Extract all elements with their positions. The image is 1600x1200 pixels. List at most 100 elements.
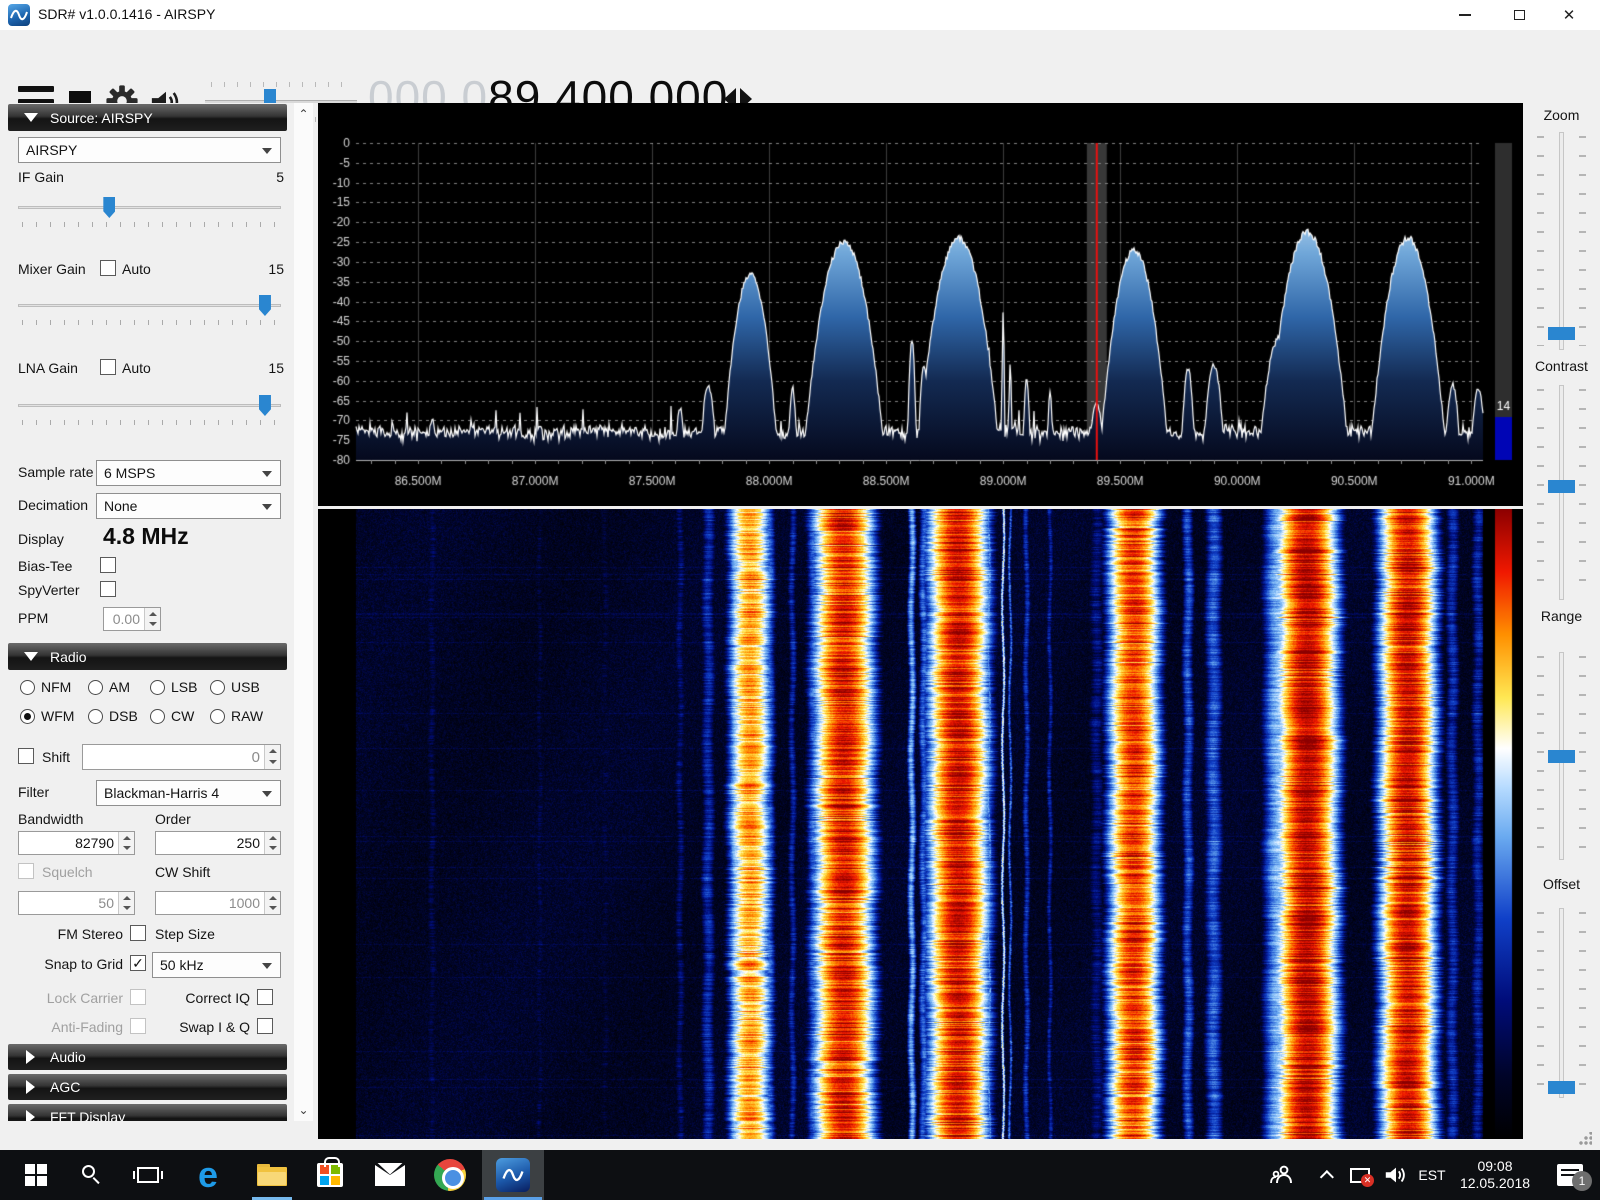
ppm-label: PPM bbox=[18, 610, 48, 626]
fm-stereo-checkbox[interactable] bbox=[130, 925, 146, 941]
fft-display-panel-header[interactable]: FFT Display bbox=[8, 1104, 287, 1121]
control-sidebar: Source: AIRSPY AIRSPY IF Gain 5 Mixer Ga… bbox=[8, 103, 292, 1121]
edge-icon: e bbox=[198, 1157, 218, 1193]
mode-am[interactable]: AM bbox=[88, 679, 130, 695]
lock-carrier-checkbox[interactable] bbox=[130, 989, 146, 1005]
mixer-auto-checkbox[interactable] bbox=[100, 260, 116, 276]
sdrsharp-logo-icon bbox=[8, 4, 30, 26]
sidebar-scrollbar[interactable]: ⌃ ⌄ bbox=[294, 103, 313, 1121]
anti-fading-label: Anti-Fading bbox=[8, 1019, 123, 1035]
resize-grip[interactable] bbox=[1578, 1132, 1592, 1146]
squelch-input[interactable]: 50 bbox=[18, 891, 135, 915]
lock-carrier-label: Lock Carrier bbox=[8, 990, 123, 1006]
source-device-select[interactable]: AIRSPY bbox=[18, 137, 281, 163]
tray-language-button[interactable]: EST bbox=[1412, 1150, 1452, 1200]
contrast-handle[interactable] bbox=[1548, 480, 1575, 493]
spin-down-icon[interactable] bbox=[145, 619, 160, 630]
tray-overflow-button[interactable] bbox=[1312, 1150, 1346, 1200]
squelch-checkbox[interactable] bbox=[18, 863, 34, 879]
audio-panel-header[interactable]: Audio bbox=[8, 1044, 287, 1070]
spin-up-icon[interactable] bbox=[265, 832, 280, 843]
window-bottom-edge bbox=[0, 1139, 1600, 1150]
swap-iq-checkbox[interactable] bbox=[257, 1018, 273, 1034]
tray-network-button[interactable]: ✕ bbox=[1342, 1150, 1378, 1200]
taskbar-file-explorer-button[interactable] bbox=[244, 1150, 300, 1200]
spin-up-icon[interactable] bbox=[265, 745, 280, 757]
mode-nfm[interactable]: NFM bbox=[20, 679, 71, 695]
taskbar-sdrsharp-button[interactable] bbox=[482, 1150, 544, 1200]
mode-usb[interactable]: USB bbox=[210, 679, 260, 695]
spin-down-icon[interactable] bbox=[119, 903, 134, 914]
range-slider-label: Range bbox=[1523, 608, 1600, 624]
source-panel-header[interactable]: Source: AIRSPY bbox=[8, 104, 287, 131]
task-view-button[interactable] bbox=[120, 1150, 176, 1200]
range-handle[interactable] bbox=[1548, 750, 1575, 763]
step-size-select[interactable]: 50 kHz bbox=[152, 952, 281, 978]
spin-up-icon[interactable] bbox=[145, 608, 160, 619]
mode-dsb[interactable]: DSB bbox=[88, 708, 138, 724]
spin-down-icon[interactable] bbox=[265, 843, 280, 854]
lna-gain-handle[interactable] bbox=[259, 395, 271, 416]
spin-up-icon[interactable] bbox=[119, 892, 134, 903]
display-label: Display bbox=[18, 531, 64, 547]
cw-shift-input[interactable]: 1000 bbox=[155, 891, 281, 915]
zoom-slider[interactable] bbox=[1523, 132, 1600, 350]
mode-cw[interactable]: CW bbox=[150, 708, 194, 724]
spectrum-analyzer[interactable] bbox=[318, 103, 1523, 506]
spin-up-icon[interactable] bbox=[119, 832, 134, 843]
offset-slider[interactable] bbox=[1523, 908, 1600, 1098]
sample-rate-select[interactable]: 6 MSPS bbox=[96, 460, 281, 486]
spin-down-icon[interactable] bbox=[119, 843, 134, 854]
spin-down-icon[interactable] bbox=[265, 903, 280, 914]
bandwidth-input[interactable]: 82790 bbox=[18, 831, 135, 855]
shift-input[interactable]: 0 bbox=[82, 744, 281, 770]
scroll-up-icon[interactable]: ⌃ bbox=[294, 105, 313, 123]
waterfall-display[interactable] bbox=[318, 509, 1523, 1139]
tray-clock-button[interactable]: 09:08 12.05.2018 bbox=[1452, 1150, 1538, 1200]
radio-panel-header[interactable]: Radio bbox=[8, 643, 287, 670]
order-input[interactable]: 250 bbox=[155, 831, 281, 855]
action-center-button[interactable]: 1 bbox=[1548, 1150, 1592, 1200]
scroll-down-icon[interactable]: ⌄ bbox=[294, 1101, 313, 1119]
taskbar-search-button[interactable] bbox=[64, 1150, 120, 1200]
mixer-gain-handle[interactable] bbox=[259, 295, 271, 316]
maximize-button[interactable] bbox=[1496, 0, 1542, 30]
minimize-button[interactable] bbox=[1442, 0, 1488, 30]
mode-raw[interactable]: RAW bbox=[210, 708, 263, 724]
tray-volume-button[interactable] bbox=[1378, 1150, 1414, 1200]
if-gain-slider[interactable] bbox=[18, 195, 281, 227]
taskbar-mail-button[interactable] bbox=[362, 1150, 418, 1200]
close-button[interactable]: ✕ bbox=[1546, 0, 1592, 30]
zoom-handle[interactable] bbox=[1548, 327, 1575, 340]
if-gain-handle[interactable] bbox=[103, 197, 115, 218]
mode-wfm[interactable]: WFM bbox=[20, 708, 74, 724]
collapse-icon bbox=[24, 652, 38, 661]
anti-fading-checkbox[interactable] bbox=[130, 1018, 146, 1034]
fm-stereo-label: FM Stereo bbox=[8, 926, 123, 942]
lna-gain-slider[interactable] bbox=[18, 393, 281, 425]
taskbar-chrome-button[interactable] bbox=[422, 1150, 478, 1200]
shift-checkbox[interactable] bbox=[18, 748, 34, 764]
filter-select[interactable]: Blackman-Harris 4 bbox=[96, 780, 281, 806]
decimation-select[interactable]: None bbox=[96, 493, 281, 519]
ppm-input[interactable]: 0.00 bbox=[103, 607, 161, 631]
correct-iq-checkbox[interactable] bbox=[257, 989, 273, 1005]
taskbar-edge-button[interactable]: e bbox=[180, 1150, 236, 1200]
offset-handle[interactable] bbox=[1548, 1081, 1575, 1094]
mode-lsb[interactable]: LSB bbox=[150, 679, 197, 695]
lna-auto-checkbox[interactable] bbox=[100, 359, 116, 375]
tray-people-button[interactable] bbox=[1262, 1150, 1302, 1200]
spyverter-checkbox[interactable] bbox=[100, 581, 116, 597]
chevron-down-icon bbox=[262, 791, 272, 797]
start-button[interactable] bbox=[8, 1150, 64, 1200]
bias-tee-checkbox[interactable] bbox=[100, 557, 116, 573]
range-slider[interactable] bbox=[1523, 652, 1600, 860]
spin-up-icon[interactable] bbox=[265, 892, 280, 903]
contrast-slider[interactable] bbox=[1523, 385, 1600, 600]
snap-to-grid-checkbox[interactable] bbox=[130, 955, 146, 971]
lna-auto-label: Auto bbox=[122, 360, 151, 376]
spin-down-icon[interactable] bbox=[265, 757, 280, 769]
agc-panel-header[interactable]: AGC bbox=[8, 1074, 287, 1100]
taskbar-store-button[interactable] bbox=[302, 1150, 358, 1200]
mixer-gain-slider[interactable] bbox=[18, 293, 281, 325]
